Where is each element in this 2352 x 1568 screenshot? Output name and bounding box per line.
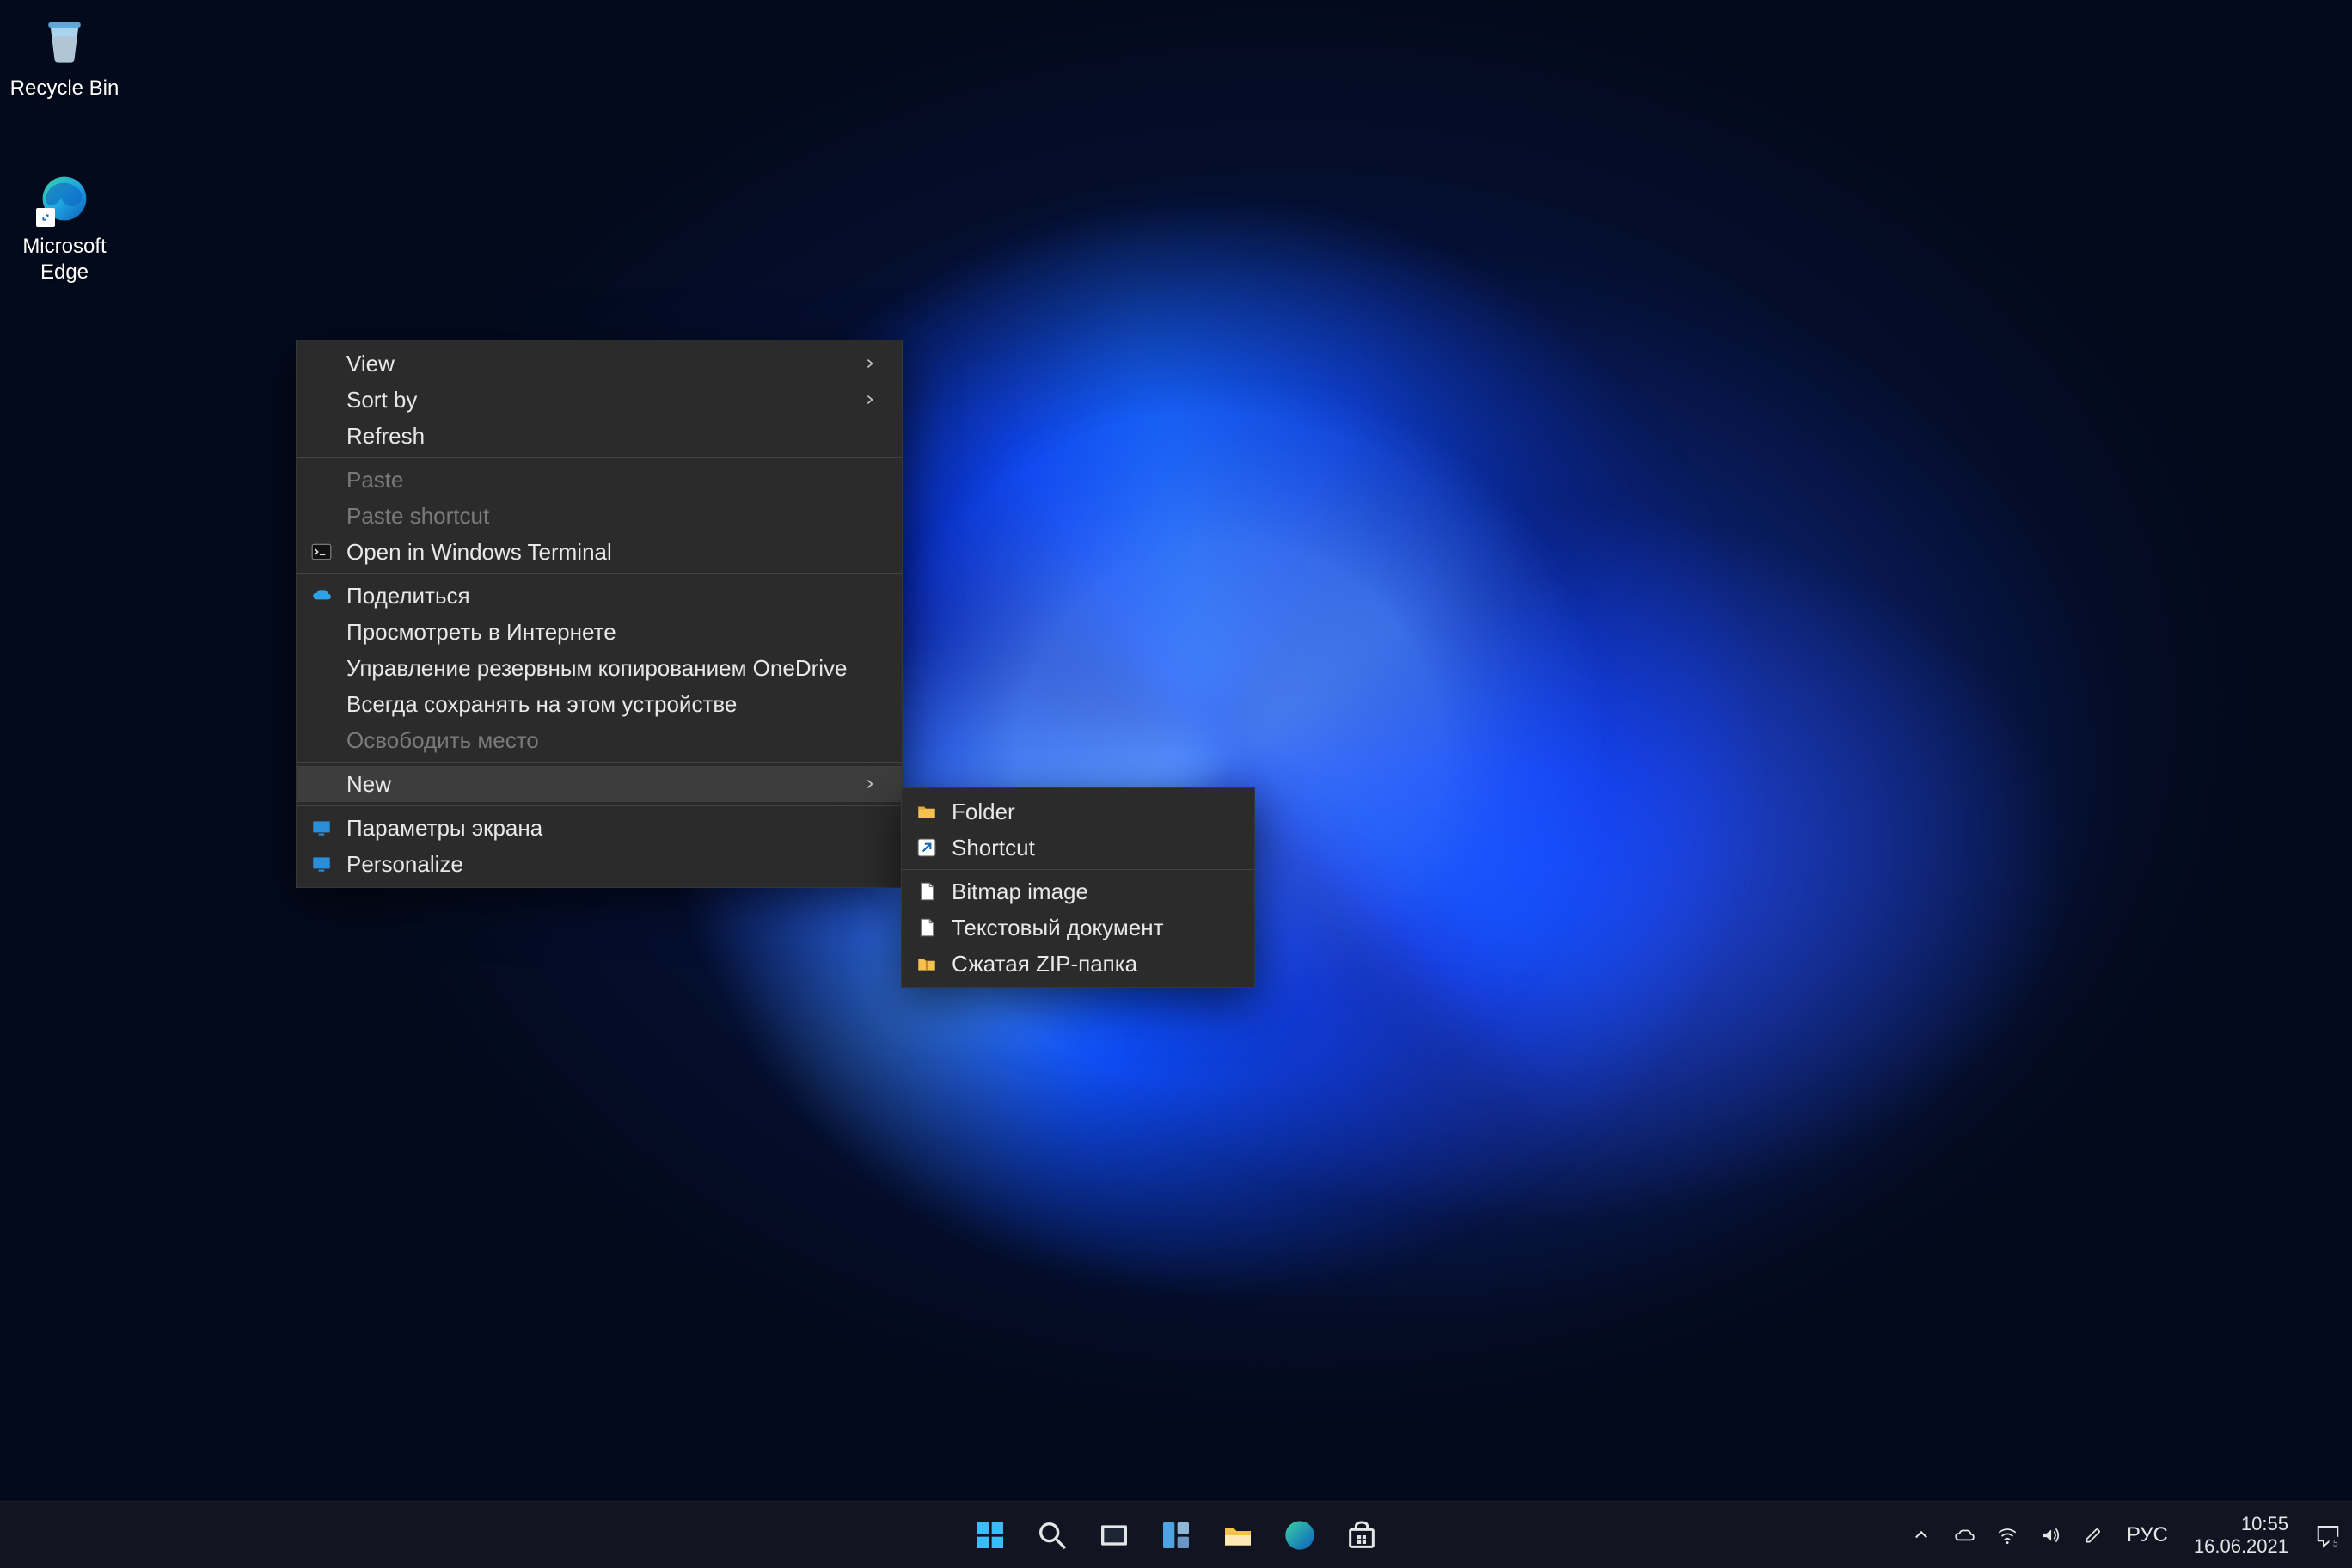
file-icon — [902, 916, 952, 939]
menu-item-label: Освободить место — [346, 727, 885, 754]
taskview-icon — [1097, 1518, 1131, 1553]
submenu-arrow-icon — [864, 394, 885, 406]
menu-item-label: View — [346, 351, 864, 377]
onedrive-icon — [297, 585, 346, 607]
widgets-icon — [1159, 1518, 1193, 1553]
new-submenu-item-new-text[interactable]: Текстовый документ — [902, 910, 1254, 946]
context-menu-item-always-keep[interactable]: Всегда сохранять на этом устройстве — [297, 686, 902, 722]
submenu-arrow-icon — [864, 358, 885, 370]
menu-item-label: Всегда сохранять на этом устройстве — [346, 691, 885, 718]
menu-item-label: Просмотреть в Интернете — [346, 619, 885, 646]
context-menu-item-paste: Paste — [297, 462, 902, 498]
search-button[interactable] — [1027, 1510, 1077, 1560]
terminal-icon — [297, 541, 346, 563]
display-icon — [297, 817, 346, 839]
menu-item-label: Paste — [346, 467, 885, 493]
menu-item-label: Текстовый документ — [952, 915, 1237, 941]
new-submenu-item-new-zip[interactable]: Сжатая ZIP-папка — [902, 946, 1254, 982]
store-icon — [1344, 1518, 1379, 1553]
context-menu-item-free-up-space: Освободить место — [297, 722, 902, 758]
menu-item-label: Сжатая ZIP-папка — [952, 951, 1237, 977]
language-indicator[interactable]: РУС — [2123, 1523, 2171, 1547]
clock-time: 10:55 — [2194, 1513, 2288, 1534]
tray-overflow-button[interactable] — [1908, 1527, 1934, 1544]
new-submenu: Folder Shortcut Bitmap image Текстовый доку… — [901, 787, 1255, 988]
menu-item-label: New — [346, 771, 864, 798]
new-submenu-item-new-shortcut[interactable]: Shortcut — [902, 830, 1254, 866]
context-menu-item-refresh[interactable]: Refresh — [297, 418, 902, 454]
pen-tray-icon[interactable] — [2080, 1524, 2106, 1547]
menu-separator — [902, 869, 1254, 870]
notification-count: 5 — [2333, 1538, 2338, 1548]
taskbar: РУС 10:55 16.06.2021 5 — [0, 1501, 2352, 1568]
context-menu-item-display-settings[interactable]: Параметры экрана — [297, 810, 902, 846]
search-icon — [1035, 1518, 1069, 1553]
shortcut-overlay-icon — [36, 208, 55, 227]
new-submenu-item-new-folder[interactable]: Folder — [902, 793, 1254, 830]
notifications-button[interactable]: 5 — [2311, 1522, 2345, 1548]
menu-item-label: Sort by — [346, 387, 864, 413]
menu-separator — [297, 457, 902, 458]
menu-item-label: Open in Windows Terminal — [346, 539, 885, 566]
display-icon — [297, 853, 346, 875]
explorer-icon — [1221, 1518, 1255, 1553]
volume-icon — [2039, 1524, 2061, 1547]
submenu-arrow-icon — [864, 778, 885, 790]
desktop-icon-label: Microsoft Edge — [0, 234, 129, 285]
clock-date: 16.06.2021 — [2194, 1535, 2288, 1557]
microsoft-store[interactable] — [1337, 1510, 1387, 1560]
menu-item-label: Управление резервным копированием OneDri… — [346, 655, 885, 682]
file-explorer[interactable] — [1213, 1510, 1263, 1560]
menu-item-label: Shortcut — [952, 835, 1237, 861]
context-menu-item-sort[interactable]: Sort by — [297, 382, 902, 418]
zip-folder-icon — [902, 952, 952, 975]
clock[interactable]: 10:55 16.06.2021 — [2189, 1513, 2294, 1557]
context-menu-item-share[interactable]: Поделиться — [297, 578, 902, 614]
menu-separator — [297, 573, 902, 574]
new-submenu-item-new-bitmap[interactable]: Bitmap image — [902, 873, 1254, 910]
context-menu-item-new[interactable]: New — [297, 766, 902, 802]
menu-item-label: Personalize — [346, 851, 885, 878]
widgets-button[interactable] — [1151, 1510, 1201, 1560]
onedrive-tray-icon[interactable] — [1951, 1524, 1977, 1547]
task-view-button[interactable] — [1089, 1510, 1139, 1560]
menu-item-label: Параметры экрана — [346, 815, 885, 842]
shortcut-icon — [902, 836, 952, 859]
taskbar-center — [965, 1510, 1387, 1560]
menu-item-label: Поделиться — [346, 583, 885, 609]
menu-item-label: Bitmap image — [952, 879, 1237, 905]
desktop-icon-microsoft-edge[interactable]: Microsoft Edge — [0, 170, 129, 285]
context-menu-item-open-terminal[interactable]: Open in Windows Terminal — [297, 534, 902, 570]
volume-tray-icon[interactable] — [2037, 1524, 2063, 1547]
microsoft-edge[interactable] — [1275, 1510, 1325, 1560]
edge-icon — [1283, 1518, 1317, 1553]
menu-item-label: Folder — [952, 799, 1237, 825]
menu-item-label: Paste shortcut — [346, 503, 885, 530]
network-tray-icon[interactable] — [1994, 1524, 2020, 1547]
menu-item-label: Refresh — [346, 423, 885, 450]
desktop-context-menu: View Sort by Refresh Paste Paste shortcut Ope… — [296, 340, 903, 888]
start-button[interactable] — [965, 1510, 1015, 1560]
context-menu-item-personalize[interactable]: Personalize — [297, 846, 902, 882]
context-menu-item-view-online[interactable]: Просмотреть в Интернете — [297, 614, 902, 650]
menu-separator — [297, 805, 902, 806]
pen-icon — [2082, 1524, 2104, 1547]
menu-separator — [297, 762, 902, 763]
cloud-icon — [1953, 1524, 1975, 1547]
context-menu-item-manage-backup[interactable]: Управление резервным копированием OneDri… — [297, 650, 902, 686]
taskbar-right: РУС 10:55 16.06.2021 5 — [1908, 1502, 2345, 1568]
folder-icon — [902, 800, 952, 823]
context-menu-item-view[interactable]: View — [297, 346, 902, 382]
file-icon — [902, 880, 952, 903]
desktop-icon-recycle-bin[interactable]: Recycle Bin — [0, 12, 129, 101]
start-icon — [973, 1518, 1008, 1553]
language-label: РУС — [2127, 1523, 2168, 1547]
desktop-icon-label: Recycle Bin — [0, 76, 129, 101]
wifi-icon — [1996, 1524, 2018, 1547]
context-menu-item-paste-shortcut: Paste shortcut — [297, 498, 902, 534]
recycle-bin-icon — [36, 12, 93, 69]
